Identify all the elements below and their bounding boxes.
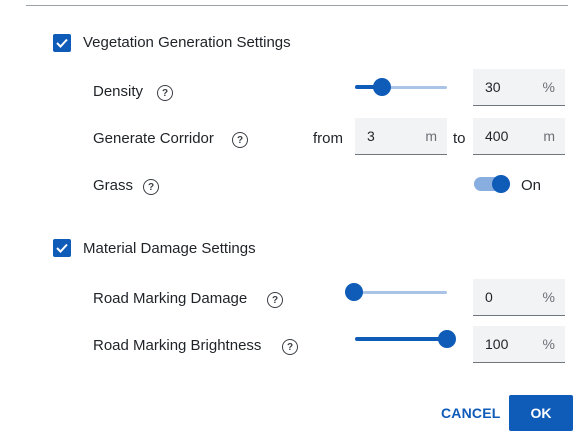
corridor-to-unit: m: [543, 128, 555, 144]
road-marking-brightness-label: Road Marking Brightness: [93, 337, 262, 354]
grass-toggle-knob[interactable]: [492, 175, 510, 193]
road-marking-brightness-slider-fill[interactable]: [355, 337, 447, 341]
checkmark-icon: [56, 38, 68, 48]
corridor-to-label: to: [453, 130, 466, 147]
road-marking-brightness-input[interactable]: 100 %: [473, 326, 565, 363]
density-label: Density: [93, 83, 144, 100]
material-settings-checkbox[interactable]: [53, 239, 71, 257]
vegetation-section-title: Vegetation Generation Settings: [83, 34, 291, 51]
road-marking-damage-value: 0: [485, 289, 493, 305]
help-icon[interactable]: ?: [143, 179, 159, 195]
road-marking-damage-slider-thumb[interactable]: [345, 283, 363, 301]
road-marking-damage-input[interactable]: 0 %: [473, 279, 565, 316]
material-section-title: Material Damage Settings: [83, 240, 256, 257]
road-marking-damage-slider-track[interactable]: [355, 291, 447, 294]
road-marking-damage-label: Road Marking Damage: [93, 290, 248, 307]
road-marking-brightness-slider-thumb[interactable]: [438, 330, 456, 348]
ok-button[interactable]: OK: [509, 395, 573, 431]
help-icon[interactable]: ?: [232, 132, 248, 148]
cancel-button[interactable]: CANCEL: [441, 405, 501, 421]
help-icon[interactable]: ?: [282, 339, 298, 355]
vegetation-settings-checkbox[interactable]: [53, 34, 71, 52]
help-icon[interactable]: ?: [157, 85, 173, 101]
density-slider-thumb[interactable]: [373, 78, 391, 96]
road-marking-brightness-value: 100: [485, 336, 509, 352]
corridor-to-input[interactable]: 400 m: [473, 118, 565, 155]
corridor-from-label: from: [313, 130, 343, 147]
corridor-from-unit: m: [425, 128, 437, 144]
corridor-to-value: 400: [485, 128, 509, 144]
corridor-label: Generate Corridor: [93, 130, 214, 147]
corridor-from-value: 3: [367, 128, 375, 144]
help-icon[interactable]: ?: [267, 292, 283, 308]
dialog-top-divider: [26, 0, 568, 6]
grass-state-label: On: [521, 177, 542, 194]
corridor-from-input[interactable]: 3 m: [355, 118, 447, 155]
road-marking-damage-unit: %: [542, 289, 555, 305]
density-input[interactable]: 30 %: [473, 69, 565, 106]
grass-label: Grass: [93, 177, 134, 194]
density-unit: %: [542, 79, 555, 95]
road-marking-brightness-unit: %: [542, 336, 555, 352]
density-value: 30: [485, 79, 501, 95]
checkmark-icon: [56, 243, 68, 253]
